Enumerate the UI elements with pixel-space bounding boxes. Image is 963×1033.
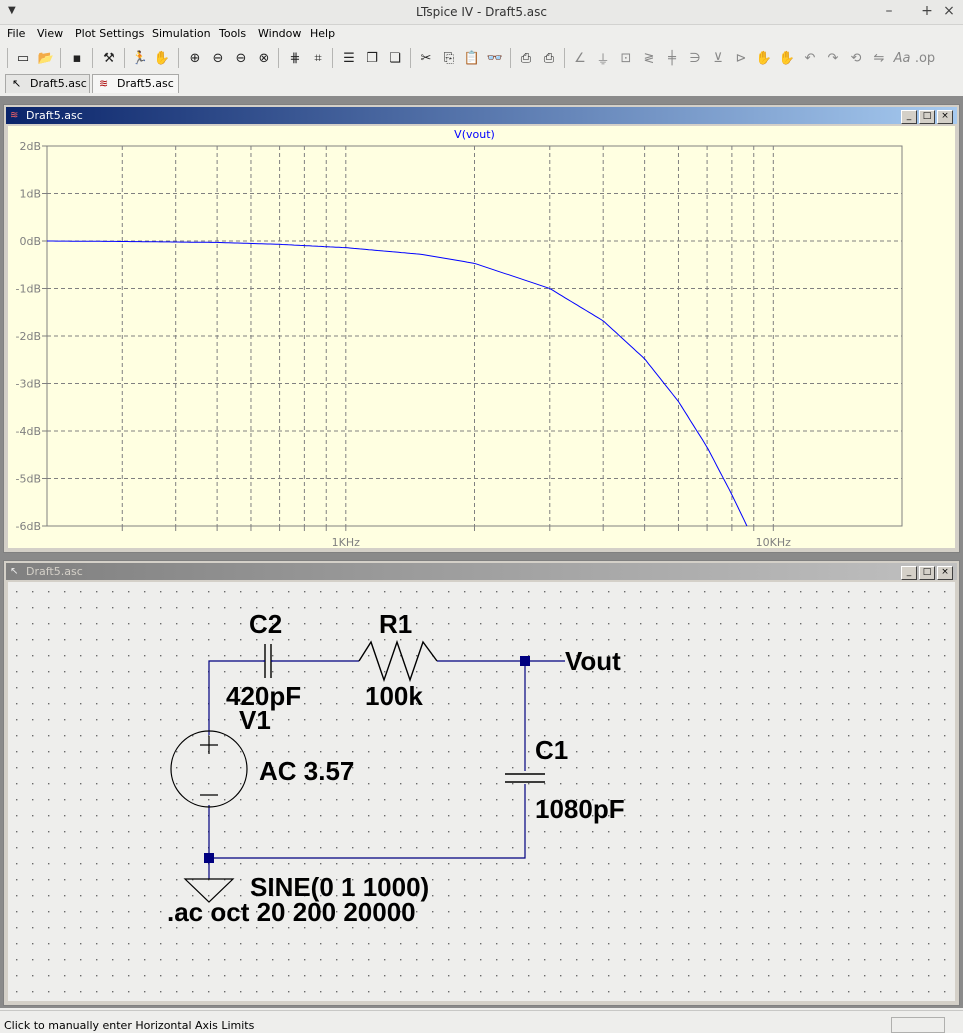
resistor-icon[interactable]: ≷ [639,48,659,68]
c1-value-label: 1080pF [535,794,625,824]
c2-name-label: C2 [249,609,282,639]
trace-name-label: V(vout) [454,128,495,141]
status-bar: Click to manually enter Horizontal Axis … [0,1010,963,1033]
label-net-icon[interactable]: ⊡ [616,48,636,68]
waveform-icon: ≋ [10,110,19,121]
copy-icon[interactable]: ⎘ [439,48,459,68]
menu-file[interactable]: File [7,27,25,40]
child-close-button[interactable]: × [937,110,953,124]
diode-icon[interactable]: ⊻ [708,48,728,68]
tile-horizontal-icon[interactable]: ☰ [339,48,359,68]
close-button[interactable]: × [940,3,958,19]
child-maximize-button[interactable]: □ [919,566,935,580]
y-tick-label: -2dB [16,330,42,343]
waveform-plot[interactable]: 2dB 1dB 0dB -1dB -2dB -3dB -4dB -5dB -6dB 1KHz 10K… [8,126,955,548]
waveform-icon: ≋ [99,77,109,90]
mdi-area: ≋ Draft5.asc _ □ × 2dB 1dB 0dB -1dB -2dB -3dB -4… [0,96,963,1008]
tab-schematic[interactable]: ↖ Draft5.asc [5,74,90,93]
wire-icon[interactable]: ∠ [570,48,590,68]
new-schematic-icon[interactable]: ▭ [13,48,33,68]
text-icon[interactable]: Aa [892,48,912,68]
x-tick-label: 1KHz [332,536,360,548]
paste-icon[interactable]: 📋 [462,48,482,68]
inductor-icon[interactable]: ∋ [685,48,705,68]
menu-tools[interactable]: Tools [219,27,246,40]
cascade-icon[interactable]: ❐ [362,48,382,68]
menu-help[interactable]: Help [310,27,335,40]
waveform-window-titlebar[interactable]: ≋ Draft5.asc _ □ × [6,107,957,124]
y-tick-label: 0dB [19,235,41,248]
child-close-button[interactable]: × [937,566,953,580]
print-icon[interactable]: ⎙ [539,48,559,68]
run-icon[interactable]: 🏃 [130,48,150,68]
waveform-window[interactable]: ≋ Draft5.asc _ □ × 2dB 1dB 0dB -1dB -2dB -3dB -4… [3,104,960,553]
zoom-cancel-icon[interactable]: ⊗ [254,48,274,68]
y-tick-label: -5dB [16,473,42,486]
plot-background [8,126,955,548]
print-setup-icon[interactable]: ⎙ [516,48,536,68]
pan-hand-icon[interactable]: ✋ [152,48,172,68]
minimize-button[interactable]: – [880,3,898,19]
toolbar: ▭ 📂 ▪ ⚒ 🏃 ✋ ⊕ ⊖ ⊖ ⊗ ⋕ ⌗ ☰ ❐ ❏ ✂ ⎘ 📋 👓 ⎙ … [0,44,963,72]
save-icon[interactable]: ▪ [67,48,87,68]
child-minimize-button[interactable]: _ [901,566,917,580]
menu-view[interactable]: View [37,27,63,40]
component-icon[interactable]: ⊳ [731,48,751,68]
maximize-button[interactable]: + [918,3,936,19]
zoom-area-icon[interactable]: ⊖ [231,48,251,68]
zoom-in-icon[interactable]: ⊕ [185,48,205,68]
r1-value-label: 100k [365,681,423,711]
c1-name-label: C1 [535,735,568,765]
y-tick-label: -6dB [16,520,42,533]
undo-icon[interactable]: ↶ [800,48,820,68]
r1-name-label: R1 [379,609,412,639]
junction-dot [204,853,214,863]
schematic-canvas[interactable]: C2 420pF R1 100k Vout C1 1080pF V1 AC 3.… [8,582,955,1001]
mirror-icon[interactable]: ⇋ [869,48,889,68]
menu-window[interactable]: Window [258,27,301,40]
zoom-out-icon[interactable]: ⊖ [208,48,228,68]
y-tick-label: -3dB [16,378,42,391]
cut-icon[interactable]: ✂ [416,48,436,68]
move-icon[interactable]: ✋ [754,48,774,68]
y-tick-label: -4dB [16,425,42,438]
find-icon[interactable]: 👓 [485,48,505,68]
v1-name-label: V1 [239,705,271,735]
autorange-icon[interactable]: ⋕ [285,48,305,68]
junction-dot [520,656,530,666]
status-panel [891,1017,945,1033]
redo-icon[interactable]: ↷ [823,48,843,68]
rotate-icon[interactable]: ⟲ [846,48,866,68]
menu-bar: File View Plot Settings Simulation Tools… [0,25,963,43]
tab-waveform[interactable]: ≋ Draft5.asc [92,74,179,93]
status-message: Click to manually enter Horizontal Axis … [4,1019,255,1032]
control-panel-icon[interactable]: ⚒ [99,48,119,68]
net-label-vout: Vout [565,646,621,676]
v1-ac-label: AC 3.57 [259,756,354,786]
x-tick-label: 10KHz [756,536,791,548]
y-tick-label: -1dB [16,283,42,296]
y-tick-label: 2dB [19,140,41,153]
ground-icon[interactable]: ⏚ [593,48,613,68]
title-bar: ▼ LTspice IV - Draft5.asc – + × [0,0,963,25]
spice-directive: .ac oct 20 200 20000 [167,897,416,927]
menu-plot-settings[interactable]: Plot Settings [75,27,144,40]
open-icon[interactable]: 📂 [36,48,56,68]
child-maximize-button[interactable]: □ [919,110,935,124]
menu-simulation[interactable]: Simulation [152,27,211,40]
child-minimize-button[interactable]: _ [901,110,917,124]
schematic-window-titlebar[interactable]: ↖ Draft5.asc _ □ × [6,563,957,580]
capacitor-icon[interactable]: ╪ [662,48,682,68]
tile-vertical-icon[interactable]: ❏ [385,48,405,68]
schematic-icon: ↖ [12,77,22,90]
schematic-window[interactable]: ↖ Draft5.asc _ □ × C2 420pF R1 100k Vout… [3,560,960,1006]
y-tick-label: 1dB [19,188,41,201]
document-tabs: ↖ Draft5.asc ≋ Draft5.asc [0,72,963,96]
schematic-icon: ↖ [10,566,19,577]
spice-directive-icon[interactable]: .op [915,48,935,68]
window-title: LTspice IV - Draft5.asc [416,5,547,19]
drag-icon[interactable]: ✋ [777,48,797,68]
marker-icon[interactable]: ⌗ [308,48,328,68]
